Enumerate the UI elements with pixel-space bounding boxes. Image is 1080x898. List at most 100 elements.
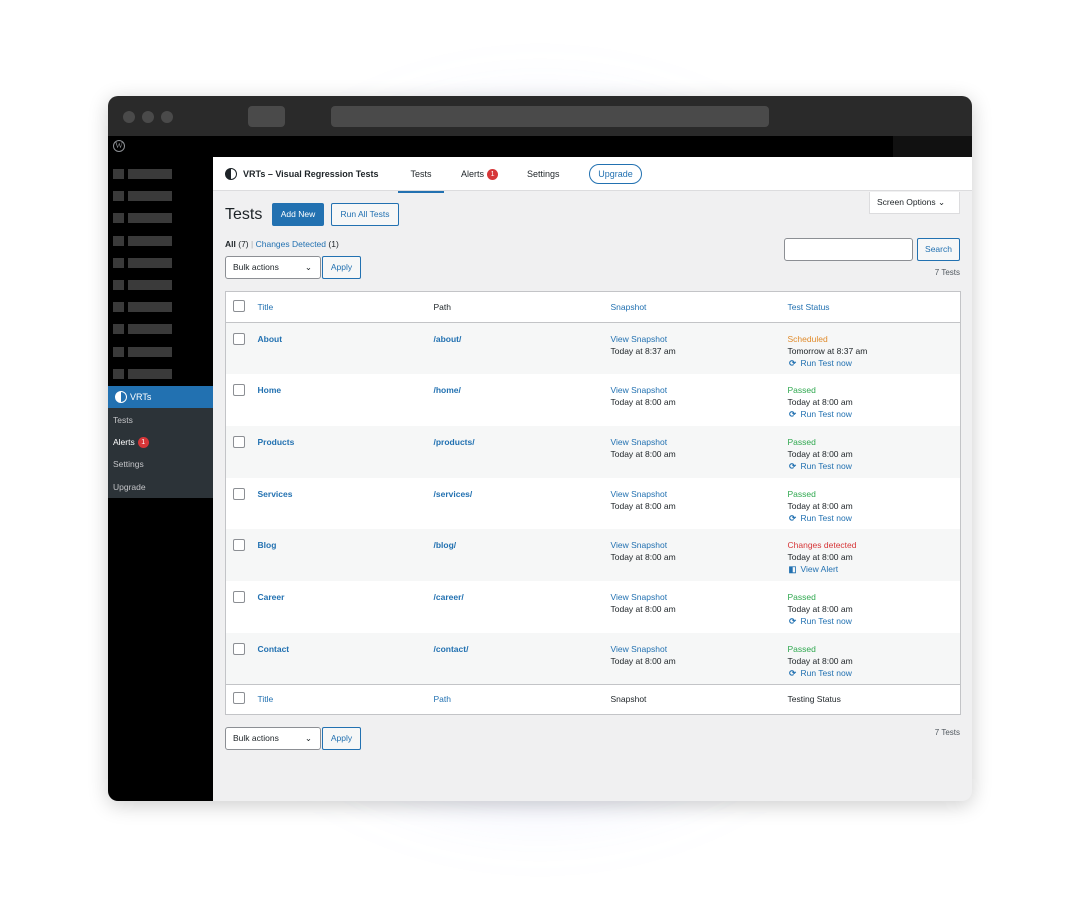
alerts-badge: 1 — [487, 169, 499, 180]
row-action-link[interactable]: ⟳ Run Test now — [788, 460, 961, 472]
page-title: Tests — [225, 206, 263, 223]
view-snapshot-link[interactable]: View Snapshot — [611, 333, 788, 345]
status-label: Passed — [787, 591, 816, 602]
row-action-link[interactable]: ⟳ Run Test now — [788, 512, 961, 524]
address-bar[interactable] — [331, 106, 769, 127]
tab-tests[interactable]: Tests — [398, 169, 444, 193]
view-snapshot-link[interactable]: View Snapshot — [611, 643, 788, 655]
test-path-link[interactable]: /about/ — [434, 334, 462, 344]
test-path-link[interactable]: /career/ — [434, 592, 464, 602]
menu-label-placeholder — [128, 302, 172, 313]
action-label: Run Test now — [800, 667, 852, 678]
menu-icon — [113, 368, 124, 379]
admin-bar-account[interactable] — [893, 136, 972, 157]
row-checkbox[interactable] — [233, 435, 245, 448]
view-snapshot-link[interactable]: View Snapshot — [611, 591, 788, 603]
snapshot-time: Today at 8:00 am — [610, 552, 676, 563]
select-all-checkbox[interactable] — [233, 692, 245, 705]
menu-label-placeholder — [128, 169, 172, 179]
row-checkbox[interactable] — [233, 642, 245, 655]
table-row: Home /home/ View Snapshot Today at 8:00 a… — [226, 374, 961, 426]
test-title-link[interactable]: About — [258, 334, 283, 344]
row-action-link[interactable]: ⟳ Run Test now — [788, 615, 961, 627]
view-snapshot-link[interactable]: View Snapshot — [611, 488, 788, 500]
filter-all-count: (7) — [238, 239, 249, 249]
screen-options-button[interactable]: Screen Options ⌄ — [869, 192, 960, 214]
search-button[interactable]: Search — [917, 238, 960, 261]
view-snapshot-link[interactable]: View Snapshot — [611, 384, 788, 396]
filter-all[interactable]: All — [225, 239, 236, 249]
menu-label-placeholder — [128, 324, 172, 335]
test-path-link[interactable]: /products/ — [434, 437, 475, 447]
submenu-label: Alerts — [113, 437, 135, 447]
row-action-link[interactable]: ⟳ Run Test now — [788, 408, 961, 420]
maximize-window-dot[interactable] — [161, 111, 173, 123]
column-title[interactable]: Title — [257, 291, 434, 323]
compare-icon: ◧ — [788, 564, 797, 575]
snapshot-time: Today at 8:00 am — [610, 448, 676, 459]
run-all-tests-button[interactable]: Run All Tests — [331, 203, 399, 226]
refresh-icon: ⟳ — [788, 667, 797, 678]
test-path-link[interactable]: /home/ — [434, 385, 461, 395]
row-action-link[interactable]: ◧ View Alert — [788, 563, 961, 575]
row-checkbox[interactable] — [233, 539, 245, 552]
sidebar-item-vrts[interactable]: VRTs — [108, 386, 213, 408]
test-path-link[interactable]: /services/ — [434, 489, 473, 499]
status-label: Passed — [787, 385, 816, 396]
column-test-status[interactable]: Test Status — [787, 291, 961, 323]
filter-changes-detected[interactable]: Changes Detected — [256, 239, 326, 249]
status-time: Today at 8:00 am — [787, 552, 853, 563]
column-snapshot[interactable]: Snapshot — [610, 291, 788, 323]
submenu-upgrade[interactable]: Upgrade — [113, 482, 146, 492]
test-title-link[interactable]: Blog — [258, 540, 277, 550]
row-action-link[interactable]: ⟳ Run Test now — [788, 667, 961, 679]
view-snapshot-link[interactable]: View Snapshot — [611, 436, 788, 448]
items-count-bottom: 7 Tests — [934, 728, 960, 737]
status-label: Passed — [787, 436, 816, 447]
bulk-actions-select-top[interactable]: Bulk actions ⌄ — [225, 256, 321, 279]
view-snapshot-link[interactable]: View Snapshot — [611, 539, 788, 551]
plugin-title: VRTs – Visual Regression Tests — [243, 169, 379, 179]
test-title-link[interactable]: Contact — [258, 644, 290, 654]
test-title-link[interactable]: Home — [258, 385, 282, 395]
row-checkbox[interactable] — [233, 333, 245, 345]
test-title-link[interactable]: Services — [258, 489, 293, 499]
row-checkbox[interactable] — [233, 487, 245, 500]
action-label: Run Test now — [800, 460, 852, 471]
row-checkbox[interactable] — [233, 590, 245, 603]
bulk-actions-select-bottom[interactable]: Bulk actions ⌄ — [225, 727, 321, 750]
tab-alerts[interactable]: Alerts 1 — [461, 169, 499, 180]
tab-label: Alerts — [461, 169, 485, 179]
minimize-window-dot[interactable] — [142, 111, 154, 123]
apply-button-bottom[interactable]: Apply — [322, 727, 361, 750]
search-input[interactable] — [784, 238, 913, 261]
menu-icon — [113, 324, 124, 335]
submenu-settings[interactable]: Settings — [113, 459, 144, 469]
status-time: Today at 8:00 am — [787, 397, 853, 408]
browser-tab[interactable] — [248, 106, 285, 127]
snapshot-time: Today at 8:00 am — [610, 397, 676, 408]
submenu-alerts[interactable]: Alerts 1 — [113, 437, 149, 448]
test-title-link[interactable]: Products — [258, 437, 295, 447]
tab-settings[interactable]: Settings — [527, 169, 560, 179]
wordpress-logo-icon[interactable]: W — [113, 140, 125, 152]
test-path-link[interactable]: /blog/ — [434, 540, 457, 550]
vrts-logo-icon — [225, 168, 237, 180]
test-path-link[interactable]: /contact/ — [434, 644, 469, 654]
table-row: Products /products/ View Snapshot Today a… — [225, 425, 961, 478]
close-window-dot[interactable] — [123, 111, 135, 123]
row-checkbox[interactable] — [233, 384, 245, 397]
test-title-link[interactable]: Career — [258, 592, 285, 602]
table-row: Blog /blog/ View Snapshot Today at 8:00 a… — [225, 529, 961, 581]
footer-column-title[interactable]: Title — [257, 683, 434, 715]
action-label: Run Test now — [800, 358, 852, 368]
chevron-down-icon: ⌄ — [937, 197, 946, 207]
upgrade-button[interactable]: Upgrade — [589, 164, 642, 184]
select-all-checkbox[interactable] — [233, 300, 245, 312]
apply-button-top[interactable]: Apply — [322, 256, 361, 279]
footer-column-path[interactable]: Path — [433, 683, 611, 715]
add-new-button[interactable]: Add New — [272, 203, 324, 226]
select-value: Bulk actions — [233, 733, 279, 743]
submenu-tests[interactable]: Tests — [113, 415, 133, 425]
row-action-link[interactable]: ⟳ Run Test now — [788, 357, 961, 369]
